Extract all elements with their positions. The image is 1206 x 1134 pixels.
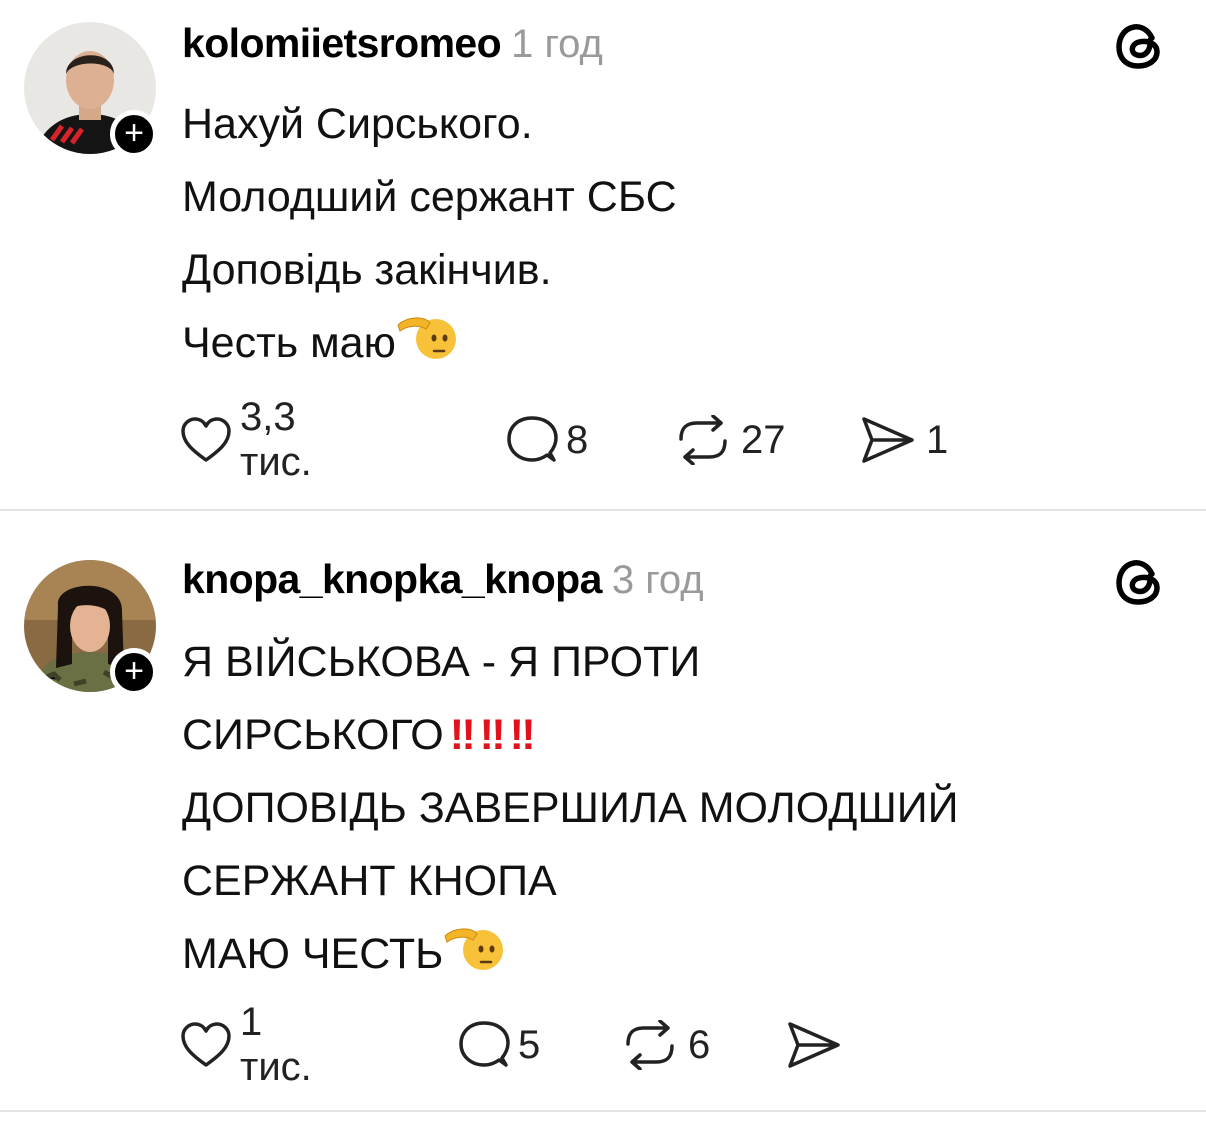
send-icon	[788, 1022, 840, 1068]
threads-logo-icon[interactable]	[1112, 18, 1168, 74]
repost-count: 27	[741, 417, 786, 462]
like-button[interactable]: 3,3 тис.	[180, 395, 312, 484]
post-line: Честь маю	[182, 319, 396, 367]
timestamp: 3 год	[611, 558, 704, 602]
saluting-face-emoji	[443, 922, 505, 997]
like-button[interactable]: 1 тис.	[180, 1000, 312, 1089]
repost-icon	[679, 415, 727, 465]
username[interactable]: kolomiietsromeo	[182, 20, 502, 66]
post-header: knopa_knopka_knopa 3 год	[182, 556, 704, 603]
repost-button[interactable]: 27	[673, 412, 786, 468]
post-header: kolomiietsromeo 1 год	[182, 20, 603, 67]
comment-count: 5	[518, 1022, 541, 1067]
like-count: 3,3 тис.	[240, 395, 312, 484]
post-line: Доповідь закінчив.	[182, 246, 552, 294]
saluting-face-emoji	[396, 311, 458, 386]
username[interactable]: knopa_knopka_knopa	[182, 556, 602, 602]
like-count: 1 тис.	[240, 1000, 312, 1089]
post-line: ДОПОВІДЬ ЗАВЕРШИЛА МОЛОДШИЙ	[182, 784, 959, 832]
send-icon	[862, 417, 914, 463]
post-text: Нахуй Сирського. Молодший сержант СБС До…	[182, 88, 677, 386]
comment-bubble-icon	[507, 416, 558, 462]
heart-icon	[181, 1022, 231, 1067]
repost-button[interactable]: 6	[620, 1017, 710, 1073]
thread-post: + knopa_knopka_knopa 3 год Я ВІЙСЬКОВА - …	[0, 512, 1206, 1112]
comment-count: 8	[566, 417, 589, 462]
double-exclamation-emoji: ‼ ‼ ‼	[449, 711, 536, 759]
threads-logo-icon[interactable]	[1112, 554, 1168, 610]
post-line: СИРСЬКОГО	[182, 711, 444, 759]
share-count: 1	[926, 417, 949, 462]
divider	[0, 1110, 1206, 1112]
heart-icon	[181, 417, 231, 462]
repost-icon	[626, 1020, 674, 1070]
timestamp: 1 год	[511, 22, 603, 66]
divider	[0, 509, 1206, 511]
thread-post: + kolomiietsromeo 1 год Нахуй Сирського. …	[0, 0, 1206, 510]
share-button[interactable]: 1	[860, 412, 948, 468]
comment-bubble-icon	[459, 1021, 510, 1067]
post-line: МАЮ ЧЕСТЬ	[182, 930, 444, 978]
follow-button[interactable]: +	[110, 648, 158, 696]
post-line: Я ВІЙСЬКОВА - Я ПРОТИ	[182, 638, 701, 686]
share-button[interactable]	[786, 1017, 852, 1073]
post-line: СЕРЖАНТ КНОПА	[182, 857, 557, 905]
follow-button[interactable]: +	[110, 110, 158, 158]
post-line: Молодший сержант СБС	[182, 173, 677, 221]
comment-button[interactable]: 8	[506, 412, 588, 468]
post-text: Я ВІЙСЬКОВА - Я ПРОТИ СИРСЬКОГО ‼ ‼ ‼ ДОП…	[182, 626, 959, 997]
comment-button[interactable]: 5	[458, 1017, 540, 1073]
repost-count: 6	[688, 1022, 711, 1067]
post-line: Нахуй Сирського.	[182, 100, 533, 148]
